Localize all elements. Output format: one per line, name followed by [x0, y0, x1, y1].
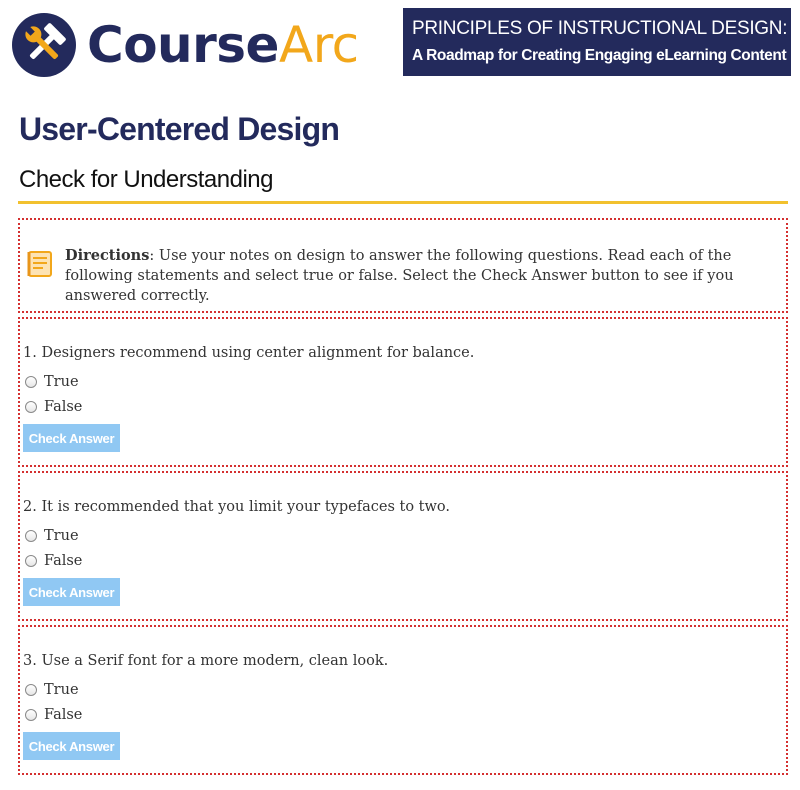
radio-button[interactable]: [25, 684, 37, 696]
option-label: False: [44, 553, 83, 569]
section-divider: [18, 201, 788, 204]
option-false[interactable]: False: [25, 705, 82, 725]
radio-button[interactable]: [25, 401, 37, 413]
option-true[interactable]: True: [25, 372, 79, 392]
option-true[interactable]: True: [25, 526, 79, 546]
notes-icon: [26, 250, 54, 283]
question-text: 1. Designers recommend using center alig…: [23, 345, 475, 361]
question-3-box: 3. Use a Serif font for a more modern, c…: [18, 625, 788, 775]
option-label: False: [44, 399, 83, 415]
banner-title: PRINCIPLES OF INSTRUCTIONAL DESIGN:: [412, 18, 788, 39]
banner-subtitle: A Roadmap for Creating Engaging eLearnin…: [412, 47, 787, 64]
radio-button[interactable]: [25, 709, 37, 721]
radio-button[interactable]: [25, 376, 37, 388]
question-1-box: 1. Designers recommend using center alig…: [18, 317, 788, 467]
directions-body: : Use your notes on design to answer the…: [65, 248, 734, 304]
section-title: Check for Understanding: [19, 166, 273, 193]
question-text: 2. It is recommended that you limit your…: [23, 499, 450, 515]
wrench-hammer-icon: [12, 13, 76, 77]
directions-box: Directions: Use your notes on design to …: [18, 218, 788, 313]
option-false[interactable]: False: [25, 397, 82, 417]
page-title: User-Centered Design: [19, 111, 340, 147]
logo-course-text: Course: [87, 16, 279, 74]
option-false[interactable]: False: [25, 551, 82, 571]
option-true[interactable]: True: [25, 680, 79, 700]
check-answer-button[interactable]: Check Answer: [23, 732, 120, 760]
option-label: False: [44, 707, 83, 723]
check-answer-button[interactable]: Check Answer: [23, 424, 120, 452]
course-banner: PRINCIPLES OF INSTRUCTIONAL DESIGN: A Ro…: [403, 8, 791, 76]
coursearc-logo: CourseArc: [12, 13, 382, 79]
option-label: True: [44, 682, 79, 698]
option-label: True: [44, 374, 79, 390]
option-label: True: [44, 528, 79, 544]
question-text: 3. Use a Serif font for a more modern, c…: [23, 653, 389, 669]
question-2-box: 2. It is recommended that you limit your…: [18, 471, 788, 621]
logo-arc-text: Arc: [278, 16, 359, 74]
logo-wordmark: CourseArc: [87, 15, 359, 75]
radio-button[interactable]: [25, 555, 37, 567]
directions-text: Directions: Use your notes on design to …: [65, 246, 765, 306]
directions-label: Directions: [65, 247, 150, 264]
radio-button[interactable]: [25, 530, 37, 542]
check-answer-button[interactable]: Check Answer: [23, 578, 120, 606]
